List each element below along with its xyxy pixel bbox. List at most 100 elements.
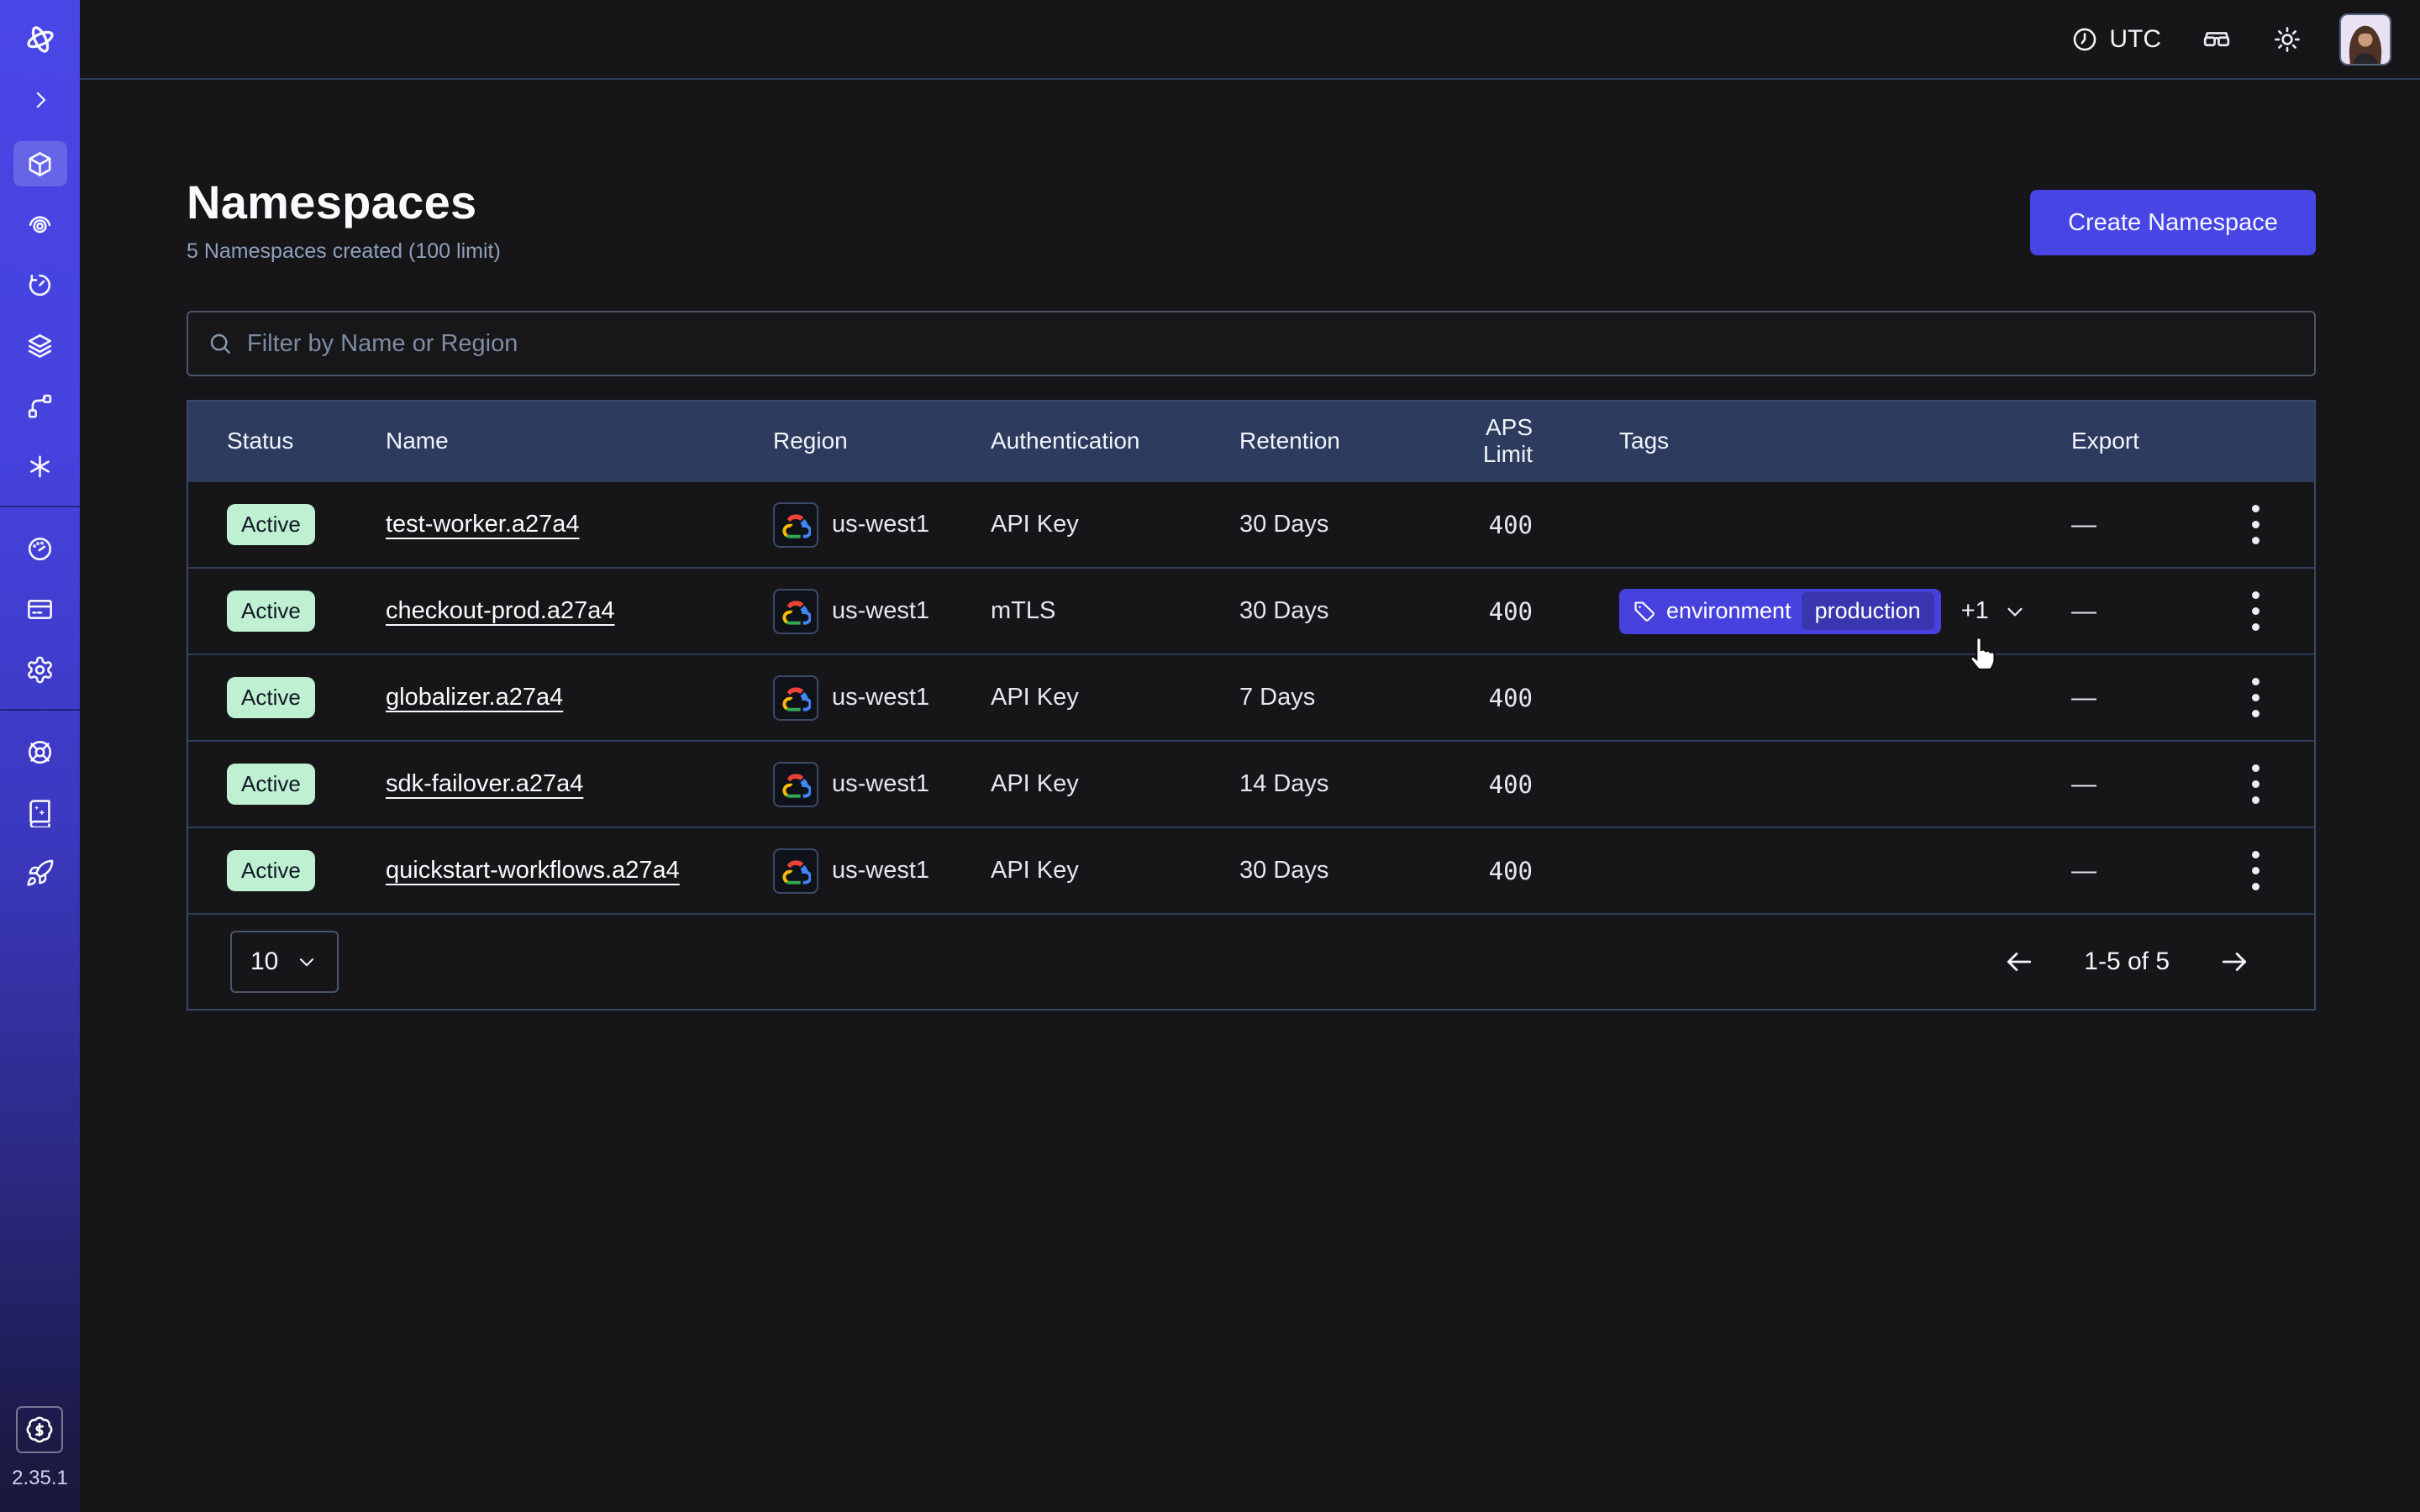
sidebar-nav-help [13, 729, 67, 895]
column-header-authentication: Authentication [991, 428, 1239, 454]
sidebar-nav-primary [13, 141, 67, 489]
namespace-link[interactable]: globalizer.a27a4 [386, 684, 563, 711]
namespaces-table: Status Name Region Authentication Retent… [187, 400, 2316, 1011]
user-avatar[interactable] [2339, 13, 2391, 66]
table-row: Active sdk-failover.a27a4 us-west1 API K… [188, 740, 2314, 827]
badge-dollar-icon [25, 1415, 54, 1444]
credits-button[interactable] [16, 1406, 63, 1453]
tags-cell: environment production +1 [1533, 589, 2071, 634]
tag-badge[interactable]: environment production [1619, 589, 1941, 634]
glasses-icon [2202, 24, 2232, 55]
auth-cell: mTLS [991, 597, 1239, 625]
column-header-retention: Retention [1239, 428, 1431, 454]
namespace-link[interactable]: quickstart-workflows.a27a4 [386, 857, 680, 884]
sidebar-divider [0, 709, 80, 711]
gcp-icon [773, 762, 818, 807]
export-cell: — [2071, 511, 2197, 539]
retention-cell: 14 Days [1239, 770, 1431, 798]
sidebar-item-usage[interactable] [13, 526, 67, 571]
sidebar-item-deployments[interactable] [13, 323, 67, 368]
timezone-selector[interactable]: UTC [2070, 25, 2161, 54]
sidebar-nav-account [13, 526, 67, 692]
page-size-select[interactable]: 10 [230, 931, 339, 993]
export-cell: — [2071, 857, 2197, 885]
sidebar-item-getting-started[interactable] [13, 850, 67, 895]
chevron-down-icon [2002, 599, 2028, 624]
column-header-name: Name [386, 428, 773, 454]
sidebar-item-batch-operations[interactable] [13, 444, 67, 489]
sidebar-expand-button[interactable] [13, 77, 67, 123]
region-label: us-west1 [832, 857, 929, 885]
page-subtitle: 5 Namespaces created (100 limit) [187, 239, 501, 264]
region-label: us-west1 [832, 684, 929, 711]
gcp-icon [773, 502, 818, 548]
sidebar-item-namespaces[interactable] [13, 141, 67, 186]
namespace-link[interactable]: test-worker.a27a4 [386, 511, 580, 538]
filter-input[interactable] [247, 330, 2296, 358]
table-footer: 10 1-5 of 5 [188, 913, 2314, 1009]
column-header-export: Export [2071, 428, 2197, 454]
column-header-aps-limit: APS Limit [1431, 414, 1533, 468]
timer-icon [25, 270, 55, 300]
pagination-range-label: 1-5 of 5 [2084, 948, 2170, 976]
sidebar-item-docs[interactable] [13, 790, 67, 835]
status-badge: Active [227, 504, 315, 545]
row-actions-menu-button[interactable] [2233, 675, 2280, 722]
tag-key: environment [1666, 598, 1791, 624]
theme-toggle-button[interactable] [2272, 24, 2302, 55]
table-row: Active quickstart-workflows.a27a4 us-wes… [188, 827, 2314, 913]
aps-limit-cell: 400 [1489, 684, 1533, 712]
app-version: 2.35.1 [12, 1467, 68, 1490]
main-content: Namespaces 5 Namespaces created (100 lim… [187, 81, 2316, 1011]
column-header-status: Status [227, 428, 386, 454]
tags-expand-button[interactable] [2002, 599, 2028, 624]
sidebar-item-support[interactable] [13, 729, 67, 774]
table-row: Active test-worker.a27a4 us-west1 API Ke… [188, 480, 2314, 567]
sidebar: 2.35.1 [0, 0, 80, 1512]
sidebar-item-billing[interactable] [13, 586, 67, 632]
export-cell: — [2071, 770, 2197, 799]
lifebuoy-icon [25, 738, 55, 767]
sidebar-item-settings[interactable] [13, 647, 67, 692]
region-label: us-west1 [832, 770, 929, 798]
previous-page-button[interactable] [2003, 946, 2035, 978]
page-size-value: 10 [250, 948, 278, 976]
column-header-region: Region [773, 428, 991, 454]
retention-cell: 30 Days [1239, 597, 1431, 625]
temporal-logo[interactable] [13, 17, 67, 62]
auth-cell: API Key [991, 511, 1239, 538]
tag-value: production [1802, 592, 1934, 630]
row-actions-menu-button[interactable] [2233, 761, 2280, 808]
sidebar-item-nexus[interactable] [13, 383, 67, 428]
search-icon [207, 330, 234, 357]
chevron-down-icon [295, 950, 318, 974]
pagination: 1-5 of 5 [2003, 946, 2250, 978]
arrow-right-icon [2218, 946, 2250, 978]
create-namespace-button[interactable]: Create Namespace [2030, 190, 2316, 255]
sidebar-item-workflows[interactable] [13, 202, 67, 247]
gear-icon [25, 655, 55, 685]
gcp-icon [773, 589, 818, 634]
layers-icon [25, 331, 55, 360]
sidebar-item-schedules[interactable] [13, 262, 67, 307]
arrow-left-icon [2003, 946, 2035, 978]
aps-limit-cell: 400 [1489, 857, 1533, 885]
next-page-button[interactable] [2218, 946, 2250, 978]
topbar: UTC [80, 0, 2420, 80]
namespace-link[interactable]: sdk-failover.a27a4 [386, 770, 583, 797]
namespace-link[interactable]: checkout-prod.a27a4 [386, 597, 614, 624]
rocket-icon [25, 858, 55, 888]
gcp-icon [773, 675, 818, 721]
table-header-row: Status Name Region Authentication Retent… [188, 402, 2314, 480]
row-actions-menu-button[interactable] [2233, 588, 2280, 635]
accessibility-glasses-button[interactable] [2202, 24, 2232, 55]
git-branch-icon [25, 391, 55, 421]
row-actions-menu-button[interactable] [2233, 501, 2280, 549]
table-row: Active checkout-prod.a27a4 us-west1 mTLS… [188, 567, 2314, 654]
gauge-icon [25, 534, 55, 564]
tag-icon [1633, 600, 1656, 623]
row-actions-menu-button[interactable] [2233, 848, 2280, 895]
clock-icon [2070, 25, 2099, 54]
auth-cell: API Key [991, 684, 1239, 711]
filter-bar[interactable] [187, 311, 2316, 376]
